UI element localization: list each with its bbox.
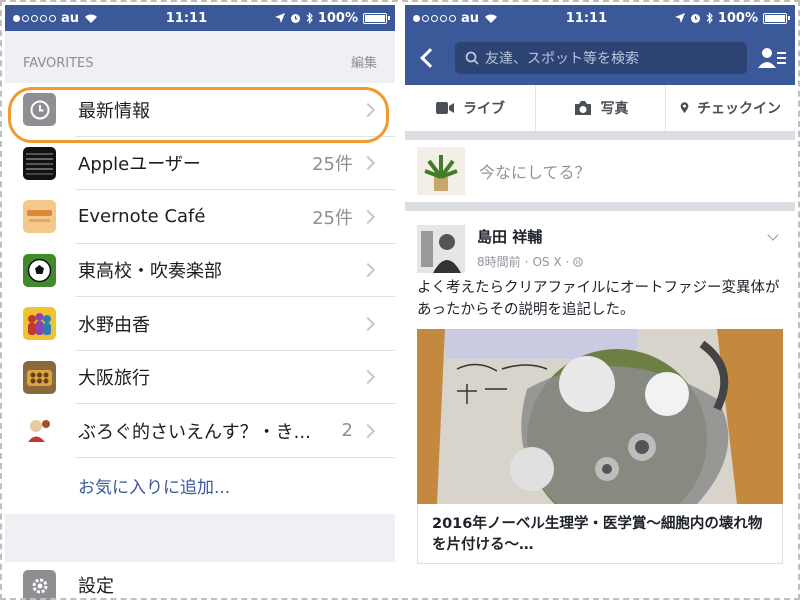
post-source: OS X [532,254,562,269]
favorite-item-blog-science[interactable]: ぶろぐ的さいえんす？・き... 2 [5,404,395,458]
favorite-item-label: Evernote Café [78,206,206,228]
bluetooth-icon [706,12,713,24]
status-bar: au 11:11 100% [405,5,795,31]
location-icon [274,13,285,23]
carrier-label: au [61,10,80,26]
favorites-list: 最新情報 Appleユーザー 25件 Evernote Café 25件 東高校… [5,83,395,514]
edit-button[interactable]: 編集 [351,52,377,71]
alarm-icon [290,13,300,23]
composer-actions: ライブ 写真 チェックイン [405,85,795,131]
status-time: 11:11 [165,10,208,26]
back-arrow-icon[interactable] [420,48,440,68]
chevron-right-icon [360,102,376,117]
favorite-item-evernote-cafe[interactable]: Evernote Café 25件 [5,190,395,244]
chevron-right-icon [360,209,376,224]
post-text: よく考えたらクリアファイルにオートファジー変異体があったからその説明を追記した。 [417,280,780,318]
battery-icon [363,12,390,24]
camera-icon [574,101,591,115]
favorites-title: FAVORITES [23,56,94,71]
favorite-item-label: 水野由香 [78,314,150,336]
chevron-right-icon [360,263,376,278]
composer-placeholder: 今なにしてる？ [479,163,591,182]
alarm-icon [690,13,700,23]
settings-label: 設定 [78,575,114,597]
favorite-item-apple-users[interactable]: Appleユーザー 25件 [5,137,395,190]
meta-separator: · [565,254,570,269]
right-screen-news-feed: au 11:11 100% 友達、スポット等を検索 ライブ 写真 チェックイン … [405,5,795,600]
post-options-chevron-icon[interactable] [767,229,779,241]
search-placeholder: 友達、スポット等を検索 [485,51,639,67]
section-spacer [5,513,395,562]
add-favorite-link[interactable]: お気に入りに追加... [5,458,395,514]
profile-photo-plant-icon [417,147,465,195]
status-bar: au 11:11 100% [5,5,395,31]
wifi-icon [485,14,498,23]
location-icon [674,13,685,23]
wifi-icon [85,14,98,23]
favorites-header: FAVORITES 編集 [5,31,395,83]
post-meta: 8時間前 · OS X · [477,253,769,270]
gear-icon [23,569,56,600]
chevron-right-icon [360,156,376,171]
favorite-item-count: 25件 [312,207,353,229]
favorite-item-count: 25件 [312,154,353,176]
search-input[interactable]: 友達、スポット等を検索 [455,42,747,74]
favorite-item-label: 大阪旅行 [78,368,150,390]
map-pin-icon [680,102,689,114]
link-title: 2016年ノーベル生理学・医学賞〜細胞内の壊れ物を片付ける〜… [432,516,763,553]
signal-icon [13,14,56,22]
chevron-right-icon [360,423,376,438]
favorite-item-mizuno-yuka[interactable]: 水野由香 [5,297,395,351]
food-photo-icon [23,360,56,394]
checkin-label: チェックイン [697,101,781,117]
soccer-ball-icon [23,253,56,287]
bluetooth-icon [306,12,313,24]
post-photo[interactable] [417,329,783,504]
favorite-item-label: Appleユーザー [78,154,201,176]
clock-icon [23,93,56,127]
favorite-item-count: 2 [341,420,353,442]
settings-item[interactable]: 設定 [5,561,395,600]
status-composer[interactable]: 今なにしてる？ [405,140,795,202]
carrier-label: au [461,10,480,26]
meta-separator: · [524,254,529,269]
chevron-right-icon [360,370,376,385]
group-photo-icon [23,146,56,180]
checkin-button[interactable]: チェックイン [665,85,795,131]
photo-button[interactable]: 写真 [535,85,665,131]
video-camera-icon [436,102,454,114]
search-icon [465,51,479,65]
author-name[interactable]: 島田 祥輔 [477,226,769,247]
battery-percent: 100% [317,10,358,26]
favorite-item-band-club[interactable]: 東高校・吹奏楽部 [5,244,395,297]
signal-icon [413,14,456,22]
battery-icon [763,12,790,24]
favorite-item-label: 東高校・吹奏楽部 [78,261,222,283]
link-preview[interactable]: 2016年ノーベル生理学・医学賞〜細胞内の壊れ物を片付ける〜… [417,504,783,564]
favorite-item-osaka-trip[interactable]: 大阪旅行 [5,351,395,404]
feed-post: 島田 祥輔 8時間前 · OS X · よく考えたらクリアファイルにオートファジ… [405,211,795,600]
left-screen-favorites: au 11:11 100% FAVORITES 編集 最新情報 Appleユーザ… [5,5,395,600]
favorite-item-label: 最新情報 [78,100,150,122]
blog-photo-icon [23,414,56,448]
globe-icon [573,256,584,267]
post-header: 島田 祥輔 8時間前 · OS X · [405,211,795,281]
live-label: ライブ [463,101,505,117]
status-time: 11:11 [565,10,608,26]
battery-percent: 100% [717,10,758,26]
live-button[interactable]: ライブ [405,85,535,131]
chevron-right-icon [360,316,376,331]
people-icon [23,307,56,341]
author-avatar[interactable] [417,225,465,273]
post-time: 8時間前 [477,255,521,269]
group-photo-icon [23,200,56,234]
favorite-item-news-feed[interactable]: 最新情報 [5,83,395,137]
nav-bar: 友達、スポット等を検索 [405,31,795,85]
friend-requests-icon[interactable] [757,46,787,70]
photo-label: 写真 [600,101,629,117]
favorite-item-label: ぶろぐ的さいえんす？・き... [78,421,311,443]
